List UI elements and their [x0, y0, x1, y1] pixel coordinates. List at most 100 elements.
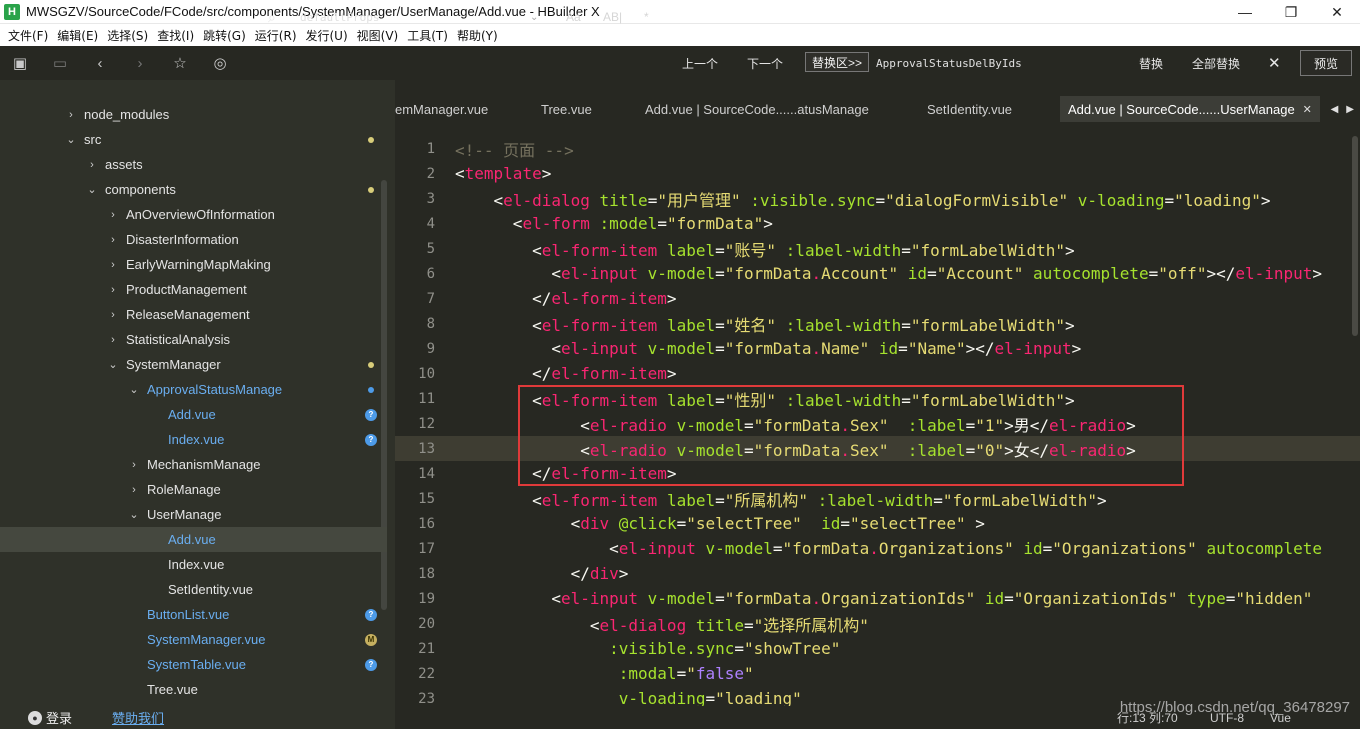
- chevron-down-icon[interactable]: ⌄: [127, 383, 141, 396]
- code-line[interactable]: 6 <el-input v-model="formData.Account" i…: [395, 261, 1360, 286]
- tree-item[interactable]: › RoleManage: [0, 477, 387, 502]
- tree-item[interactable]: › ReleaseManagement: [0, 302, 387, 327]
- chevron-right-icon[interactable]: ›: [106, 259, 120, 271]
- tree-item[interactable]: SystemTable.vue?: [0, 652, 387, 677]
- chevron-down-icon[interactable]: ⌄: [85, 183, 99, 196]
- menu-item[interactable]: 文件(F): [4, 27, 52, 44]
- tab-close-icon[interactable]: ✕: [1303, 103, 1312, 116]
- editor-tab[interactable]: emManager.vue: [395, 96, 488, 122]
- tree-item[interactable]: ⌄ ApprovalStatusManage: [0, 377, 387, 402]
- editor-scrollbar[interactable]: [1352, 136, 1358, 336]
- tree-item[interactable]: › assets: [0, 152, 387, 177]
- chevron-right-icon[interactable]: ›: [64, 109, 78, 121]
- match-case-toggle[interactable]: Aa: [566, 0, 581, 34]
- code-line[interactable]: 16 <div @click="selectTree" id="selectTr…: [395, 511, 1360, 536]
- code-line[interactable]: 18 </div>: [395, 561, 1360, 586]
- editor-tab[interactable]: Add.vue | SourceCode......UserManage ✕: [1060, 96, 1320, 122]
- find-prev-button[interactable]: 上一个: [682, 46, 718, 80]
- bookmark-star-icon[interactable]: ☆: [160, 46, 200, 80]
- tree-item[interactable]: › MechanismManage: [0, 452, 387, 477]
- tab-scroll-left-icon[interactable]: ◀: [1331, 104, 1339, 115]
- editor-tab[interactable]: Add.vue | SourceCode......atusManage: [645, 96, 869, 122]
- tree-item[interactable]: › AnOverviewOfInformation: [0, 202, 387, 227]
- code-line[interactable]: 8 <el-form-item label="姓名" :label-width=…: [395, 311, 1360, 336]
- tree-item[interactable]: ButtonList.vue?: [0, 602, 387, 627]
- code-line[interactable]: 2 <template>: [395, 161, 1360, 186]
- code-line[interactable]: 15 <el-form-item label="所属机构" :label-wid…: [395, 486, 1360, 511]
- replace-button[interactable]: 替换: [1139, 46, 1163, 80]
- tree-item[interactable]: Add.vue?: [0, 402, 387, 427]
- tree-item[interactable]: ⌄ src: [0, 127, 387, 152]
- close-window-icon[interactable]: ✕: [1314, 0, 1360, 24]
- back-arrow-icon[interactable]: ‹: [80, 46, 120, 80]
- chevron-down-icon[interactable]: ⌄: [106, 358, 120, 371]
- login-link[interactable]: 登录: [46, 708, 72, 727]
- chevron-right-icon[interactable]: ›: [106, 209, 120, 221]
- code-line[interactable]: 21 :visible.sync="showTree": [395, 636, 1360, 661]
- code-line[interactable]: 14 </el-form-item>: [395, 461, 1360, 486]
- tree-item[interactable]: ⌄ components: [0, 177, 387, 202]
- code-line[interactable]: 22 :modal="false": [395, 661, 1360, 686]
- chevron-right-icon[interactable]: ›: [106, 284, 120, 296]
- chevron-right-icon[interactable]: ›: [106, 309, 120, 321]
- tree-item[interactable]: ⌄ SystemManager: [0, 352, 387, 377]
- chevron-right-icon[interactable]: ›: [106, 334, 120, 346]
- tree-item[interactable]: Add.vue: [0, 527, 387, 552]
- tree-item[interactable]: SystemManager.vue M: [0, 627, 387, 652]
- code-line[interactable]: 17 <el-input v-model="formData.Organizat…: [395, 536, 1360, 561]
- preview-button[interactable]: 预览: [1300, 50, 1352, 76]
- run-icon[interactable]: ◎: [200, 46, 240, 80]
- tree-item[interactable]: › DisasterInformation: [0, 227, 387, 252]
- editor-tab[interactable]: Tree.vue: [541, 96, 592, 122]
- maximize-icon[interactable]: ❐: [1268, 0, 1314, 24]
- close-find-icon[interactable]: ✕: [1268, 46, 1281, 80]
- editor-tab[interactable]: SetIdentity.vue: [927, 96, 1012, 122]
- tab-scroll-right-icon[interactable]: ▶: [1346, 104, 1354, 115]
- tree-item[interactable]: › EarlyWarningMapMaking: [0, 252, 387, 277]
- code-line[interactable]: 10 </el-form-item>: [395, 361, 1360, 386]
- code-line[interactable]: 19 <el-input v-model="formData.Organizat…: [395, 586, 1360, 611]
- code-line[interactable]: 4 <el-form :model="formData">: [395, 211, 1360, 236]
- tree-item[interactable]: › StatisticalAnalysis: [0, 327, 387, 352]
- minimize-icon[interactable]: —: [1222, 0, 1268, 24]
- menu-item[interactable]: 跳转(G): [199, 27, 250, 44]
- search-input[interactable]: [286, 6, 526, 28]
- chevron-right-icon[interactable]: ›: [127, 459, 141, 471]
- tree-item[interactable]: › node_modules: [0, 102, 387, 127]
- code-line[interactable]: 1 <!-- 页面 -->: [395, 136, 1360, 161]
- tree-item[interactable]: SetIdentity.vue: [0, 577, 387, 602]
- tree-item[interactable]: Index.vue: [0, 552, 387, 577]
- tree-item[interactable]: Tree.vue: [0, 677, 387, 702]
- forward-arrow-icon[interactable]: ›: [120, 46, 160, 80]
- tree-item[interactable]: Index.vue?: [0, 427, 387, 452]
- code-line[interactable]: 11 <el-form-item label="性别" :label-width…: [395, 386, 1360, 411]
- code-editor[interactable]: 1 <!-- 页面 --> 2 <template> 3 <el-dialog titl…: [395, 136, 1360, 706]
- tree-item[interactable]: › ProductManagement: [0, 277, 387, 302]
- new-file-icon[interactable]: ▣: [0, 46, 40, 80]
- whole-word-toggle[interactable]: AB|: [603, 0, 622, 34]
- regex-toggle[interactable]: *: [644, 0, 649, 34]
- replace-all-button[interactable]: 全部替换: [1192, 46, 1240, 80]
- replace-input[interactable]: ApprovalStatusDelByIds: [876, 46, 1022, 80]
- code-line[interactable]: 13 <el-radio v-model="formData.Sex" :lab…: [395, 436, 1360, 461]
- code-line[interactable]: 3 <el-dialog title="用户管理" :visible.sync=…: [395, 186, 1360, 211]
- sponsor-link[interactable]: 赞助我们: [112, 708, 164, 727]
- search-history-chevron-icon[interactable]: ⌄: [530, 0, 544, 34]
- save-icon[interactable]: ▭: [40, 46, 80, 80]
- code-line[interactable]: 9 <el-input v-model="formData.Name" id="…: [395, 336, 1360, 361]
- chevron-down-icon[interactable]: ⌄: [127, 508, 141, 521]
- chevron-right-icon[interactable]: ›: [127, 484, 141, 496]
- code-line[interactable]: 12 <el-radio v-model="formData.Sex" :lab…: [395, 411, 1360, 436]
- menu-item[interactable]: 查找(I): [153, 27, 198, 44]
- menu-item[interactable]: 编辑(E): [53, 27, 102, 44]
- tree-item[interactable]: ⌄ UserManage: [0, 502, 387, 527]
- code-line[interactable]: 7 </el-form-item>: [395, 286, 1360, 311]
- chevron-right-icon[interactable]: ›: [85, 159, 99, 171]
- chevron-down-icon[interactable]: ⌄: [64, 133, 78, 146]
- replace-area-toggle[interactable]: 替换区>>: [805, 52, 869, 72]
- chevron-right-icon[interactable]: ›: [106, 234, 120, 246]
- menu-item[interactable]: 选择(S): [103, 27, 152, 44]
- code-line[interactable]: 5 <el-form-item label="账号" :label-width=…: [395, 236, 1360, 261]
- code-line[interactable]: 20 <el-dialog title="选择所属机构": [395, 611, 1360, 636]
- find-next-button[interactable]: 下一个: [747, 46, 783, 80]
